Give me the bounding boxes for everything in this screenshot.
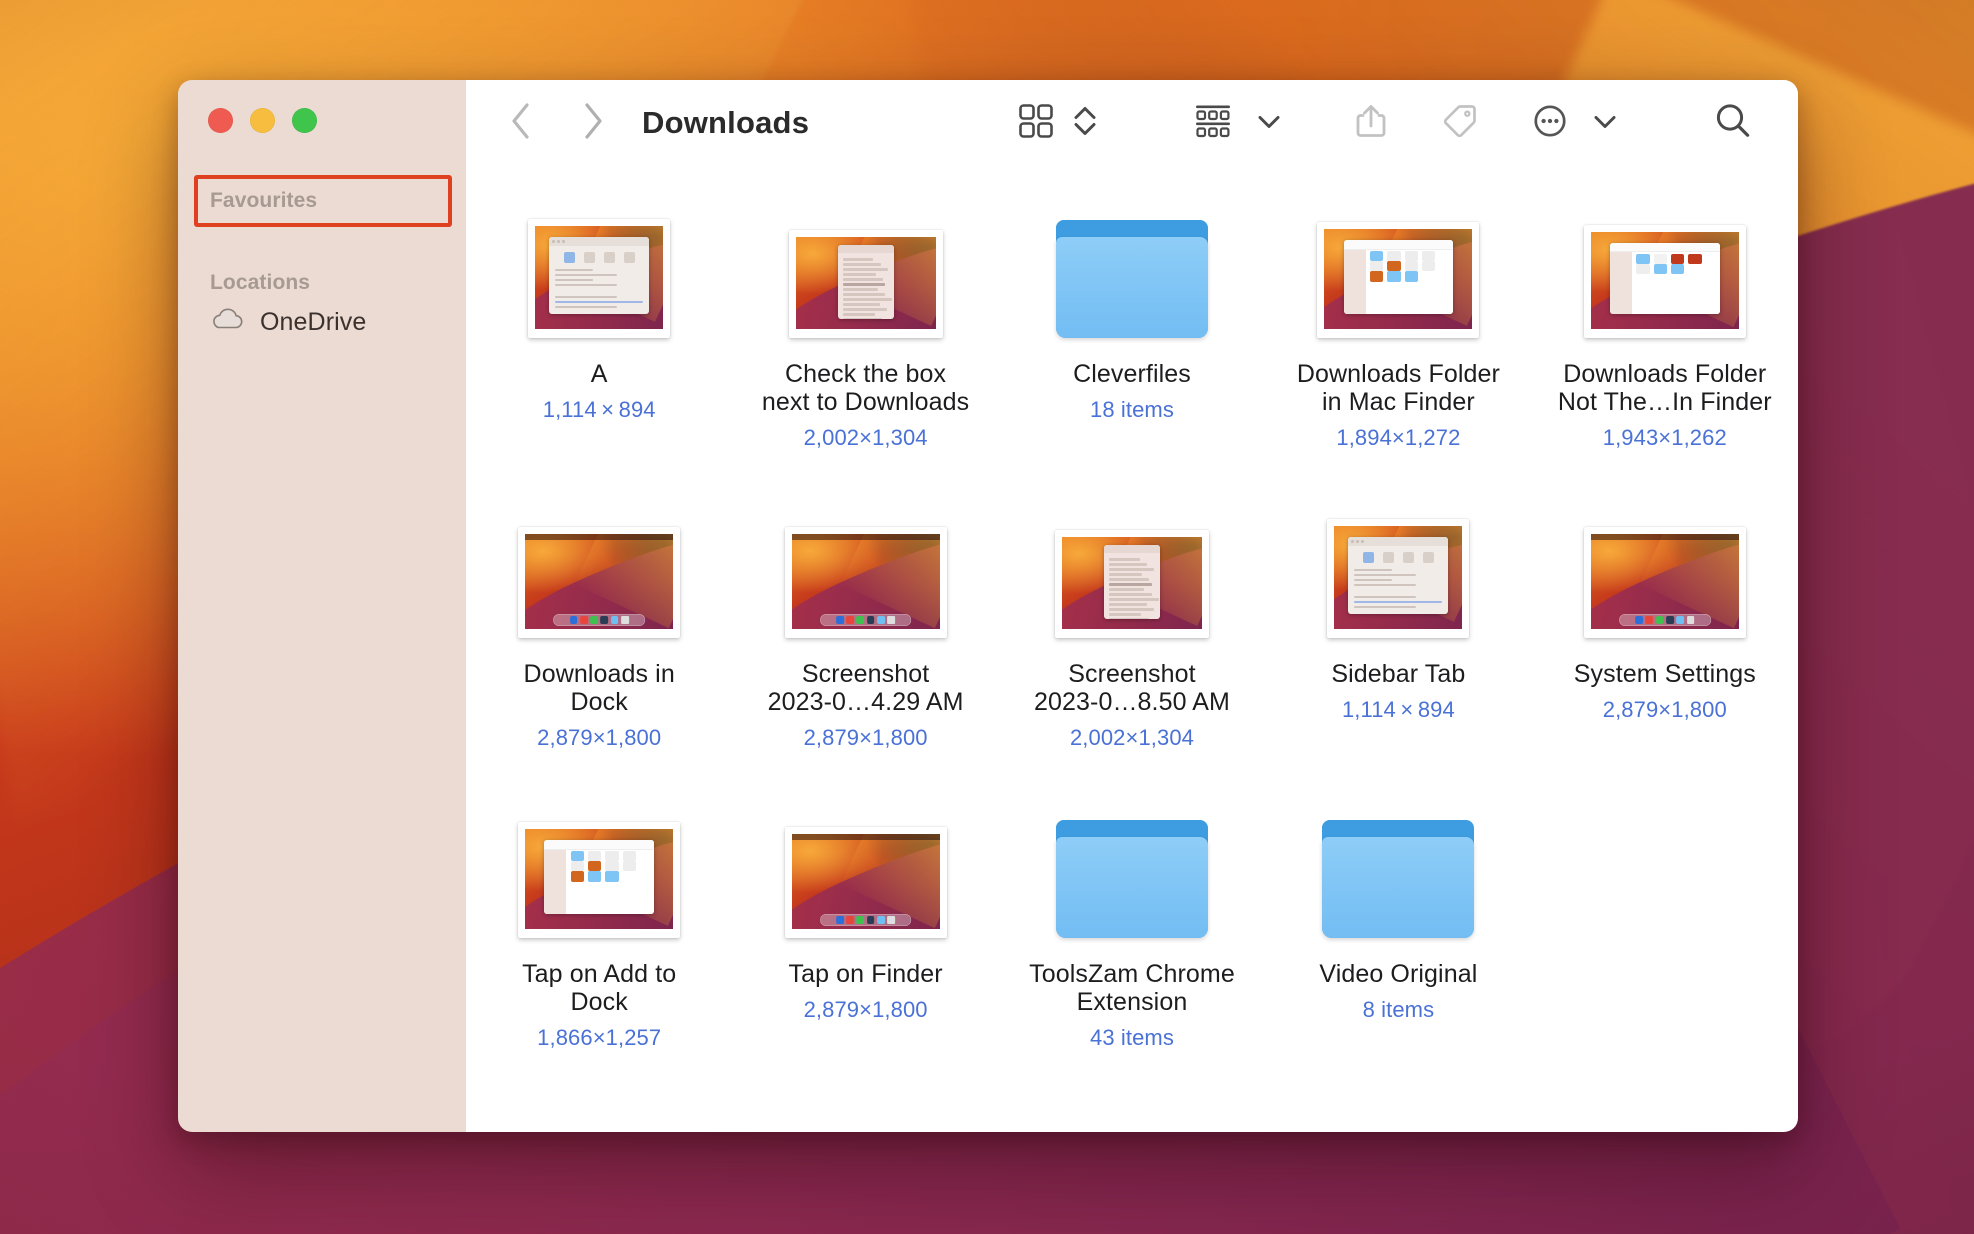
file-thumbnail bbox=[518, 810, 680, 938]
sidebar-section-locations: Locations OneDrive bbox=[178, 257, 466, 338]
file-meta-label: 1,114 × 894 bbox=[543, 397, 656, 423]
chevron-left-icon bbox=[508, 101, 534, 146]
file-item[interactable]: System Settings 2,879×1,800 bbox=[1532, 510, 1798, 810]
file-meta-label: 2,879×1,800 bbox=[1603, 697, 1727, 723]
file-thumbnail bbox=[1584, 510, 1746, 638]
finder-content: Downloads bbox=[466, 80, 1798, 1132]
file-meta-label: 2,879×1,800 bbox=[804, 725, 928, 751]
tag-icon bbox=[1439, 100, 1481, 147]
finder-sidebar: Favourites Locations OneDrive bbox=[178, 80, 466, 1132]
file-name-label: ToolsZam ChromeExtension bbox=[1029, 960, 1235, 1016]
chevron-down-icon bbox=[1255, 107, 1283, 140]
chevron-right-icon bbox=[580, 101, 606, 146]
file-name-label: Screenshot2023-0…4.29 AM bbox=[768, 660, 964, 716]
file-name-label: Tap on Finder bbox=[789, 960, 943, 988]
group-by-chevron-button[interactable] bbox=[1248, 96, 1290, 150]
folder-icon bbox=[1322, 810, 1474, 938]
share-button[interactable] bbox=[1344, 96, 1398, 150]
close-window-button[interactable] bbox=[208, 108, 233, 133]
finder-window: Favourites Locations OneDrive bbox=[178, 80, 1798, 1132]
file-item[interactable]: Check the boxnext to Downloads 2,002×1,30… bbox=[732, 210, 998, 510]
file-item[interactable]: Downloads inDock 2,879×1,800 bbox=[466, 510, 732, 810]
more-options-button[interactable] bbox=[1522, 96, 1578, 150]
file-meta-label: 18 items bbox=[1090, 397, 1174, 423]
file-item[interactable]: Sidebar Tab 1,114 × 894 bbox=[1265, 510, 1531, 810]
view-sort-button[interactable] bbox=[1064, 96, 1106, 150]
file-meta-label: 2,002×1,304 bbox=[804, 425, 928, 451]
chevron-up-down-icon bbox=[1071, 100, 1099, 147]
file-name-label: Screenshot2023-0…8.50 AM bbox=[1034, 660, 1230, 716]
file-thumbnail bbox=[528, 210, 670, 338]
file-meta-label: 43 items bbox=[1090, 1025, 1174, 1051]
folder-item[interactable]: Cleverfiles 18 items bbox=[999, 210, 1265, 510]
maximize-window-button[interactable] bbox=[292, 108, 317, 133]
group-by-icon bbox=[1191, 100, 1235, 147]
file-thumbnail bbox=[785, 810, 947, 938]
file-name-label: Video Original bbox=[1319, 960, 1477, 988]
file-thumbnail bbox=[785, 510, 947, 638]
file-meta-label: 8 items bbox=[1363, 997, 1435, 1023]
file-name-label: Tap on Add toDock bbox=[522, 960, 676, 1016]
file-meta-label: 1,866×1,257 bbox=[537, 1025, 661, 1051]
group-by-button[interactable] bbox=[1184, 96, 1242, 150]
file-icon-grid[interactable]: A 1,114 × 894 Check the boxnext to Downlo… bbox=[466, 166, 1798, 1132]
file-item[interactable]: Downloads FolderNot The…In Finder 1,943×1… bbox=[1532, 210, 1798, 510]
file-meta-label: 1,943×1,262 bbox=[1603, 425, 1727, 451]
file-name-label: Downloads inDock bbox=[524, 660, 675, 716]
sidebar-header-favourites: Favourites bbox=[178, 175, 466, 213]
file-name-label: Cleverfiles bbox=[1073, 360, 1191, 388]
file-meta-label: 1,114 × 894 bbox=[1342, 697, 1455, 723]
file-thumbnail bbox=[1317, 210, 1479, 338]
forward-button[interactable] bbox=[566, 96, 620, 150]
file-name-label: Downloads Folderin Mac Finder bbox=[1297, 360, 1500, 416]
chevron-down-icon bbox=[1591, 107, 1619, 140]
folder-item[interactable]: ToolsZam ChromeExtension 43 items bbox=[999, 810, 1265, 1110]
file-name-label: Sidebar Tab bbox=[1331, 660, 1465, 688]
folder-icon bbox=[1056, 210, 1208, 338]
file-meta-label: 2,879×1,800 bbox=[804, 997, 928, 1023]
folder-item[interactable]: Video Original 8 items bbox=[1265, 810, 1531, 1110]
sidebar-item-label: OneDrive bbox=[260, 308, 366, 337]
sidebar-section-favourites: Favourites bbox=[178, 175, 466, 213]
file-name-label: System Settings bbox=[1574, 660, 1756, 688]
file-item[interactable]: Tap on Add toDock 1,866×1,257 bbox=[466, 810, 732, 1110]
file-thumbnail bbox=[1584, 210, 1746, 338]
icon-view-button[interactable] bbox=[1008, 96, 1064, 150]
file-item[interactable]: Screenshot2023-0…8.50 AM 2,002×1,304 bbox=[999, 510, 1265, 810]
icon-view-icon bbox=[1015, 100, 1057, 147]
file-meta-label: 2,002×1,304 bbox=[1070, 725, 1194, 751]
file-thumbnail bbox=[789, 210, 943, 338]
more-options-chevron-button[interactable] bbox=[1584, 96, 1626, 150]
file-item[interactable]: A 1,114 × 894 bbox=[466, 210, 732, 510]
search-icon bbox=[1711, 99, 1755, 148]
file-name-label: Downloads FolderNot The…In Finder bbox=[1558, 360, 1772, 416]
file-thumbnail bbox=[518, 510, 680, 638]
file-name-label: Check the boxnext to Downloads bbox=[762, 360, 969, 416]
folder-icon bbox=[1056, 810, 1208, 938]
sidebar-item-onedrive[interactable]: OneDrive bbox=[178, 295, 466, 338]
file-item[interactable]: Screenshot2023-0…4.29 AM 2,879×1,800 bbox=[732, 510, 998, 810]
file-meta-label: 1,894×1,272 bbox=[1336, 425, 1460, 451]
cloud-icon bbox=[210, 307, 244, 338]
page-title: Downloads bbox=[642, 105, 809, 141]
back-button[interactable] bbox=[494, 96, 548, 150]
search-button[interactable] bbox=[1704, 96, 1762, 150]
finder-toolbar: Downloads bbox=[466, 80, 1798, 166]
ellipsis-circle-icon bbox=[1529, 100, 1571, 147]
file-name-label: A bbox=[591, 360, 608, 388]
file-item[interactable]: Tap on Finder 2,879×1,800 bbox=[732, 810, 998, 1110]
file-item[interactable]: Downloads Folderin Mac Finder 1,894×1,272 bbox=[1265, 210, 1531, 510]
share-icon bbox=[1351, 99, 1391, 148]
minimize-window-button[interactable] bbox=[250, 108, 275, 133]
sidebar-header-locations: Locations bbox=[178, 257, 466, 295]
traffic-lights bbox=[178, 80, 466, 133]
file-thumbnail bbox=[1055, 510, 1209, 638]
file-meta-label: 2,879×1,800 bbox=[537, 725, 661, 751]
tag-button[interactable] bbox=[1432, 96, 1488, 150]
file-thumbnail bbox=[1327, 510, 1469, 638]
